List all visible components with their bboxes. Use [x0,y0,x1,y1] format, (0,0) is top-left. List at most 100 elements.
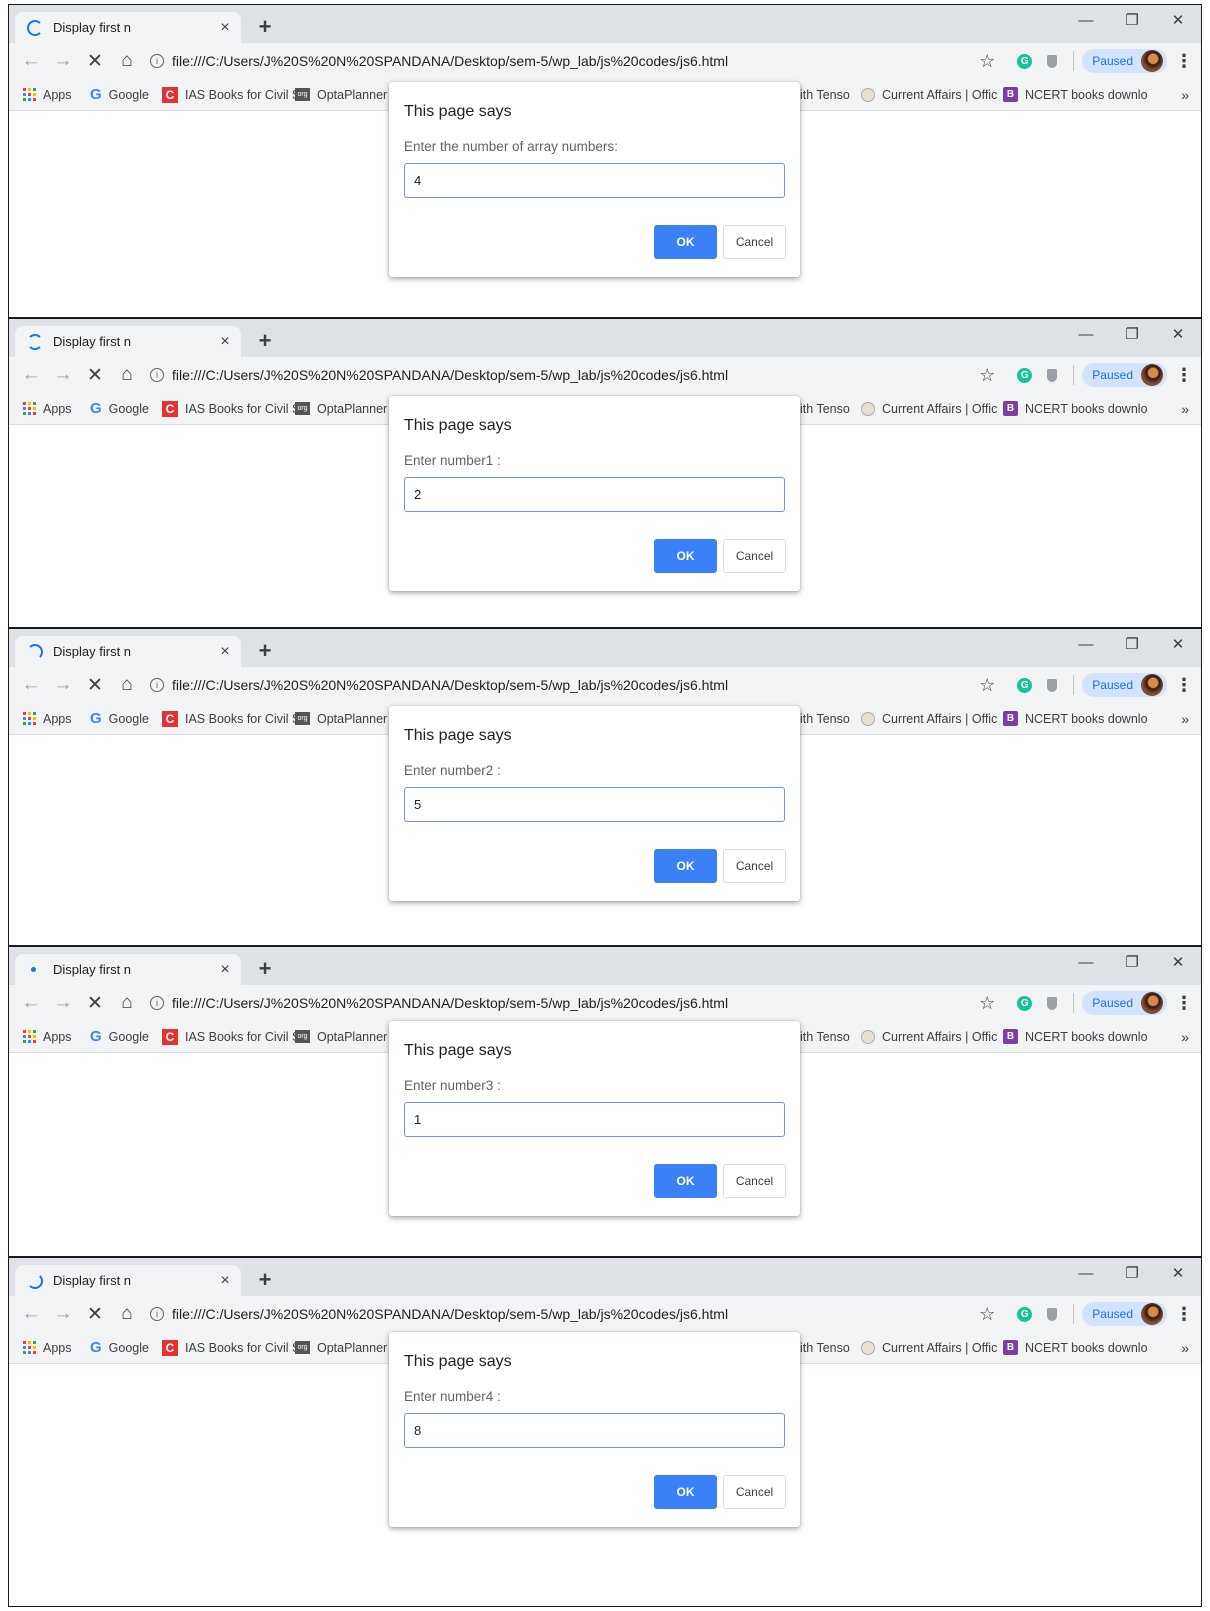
close-window-icon[interactable]: ✕ [1155,1258,1201,1288]
prompt-input[interactable] [404,787,785,822]
browser-tab[interactable]: Display first n × [15,12,241,43]
tab-close-icon[interactable]: × [215,333,235,351]
menu-icon[interactable]: ⋮ [1175,675,1193,696]
minimize-icon[interactable]: — [1063,5,1109,35]
info-icon[interactable]: i [150,54,164,68]
back-icon[interactable]: ← [15,992,47,1014]
bookmark-current-affairs[interactable]: Current Affairs | Offic [861,703,997,734]
bookmark-ncert[interactable]: B NCERT books downlo [1003,1332,1148,1363]
browser-tab[interactable]: Display first n × [15,326,241,357]
cancel-button[interactable]: Cancel [723,1164,786,1198]
back-icon[interactable]: ← [15,364,47,386]
bookmark-ncert[interactable]: B NCERT books downlo [1003,1021,1148,1052]
tab-close-icon[interactable]: × [215,19,235,37]
cancel-button[interactable]: Cancel [723,225,786,259]
stop-icon[interactable]: ✕ [79,1303,111,1326]
tab-close-icon[interactable]: × [215,643,235,661]
cancel-button[interactable]: Cancel [723,539,786,573]
bookmark-current-affairs[interactable]: Current Affairs | Offic [861,1332,997,1363]
home-icon[interactable]: ⌂ [111,674,143,696]
profile-button[interactable]: Paused [1082,49,1167,73]
bookmark-tensorflow[interactable]: ith Tenso [800,79,850,110]
forward-icon[interactable]: → [47,1303,79,1325]
bookmark-current-affairs[interactable]: Current Affairs | Offic [861,393,997,424]
bookmark-ias-books[interactable]: C IAS Books for Civil Se [162,1332,307,1363]
restore-icon[interactable]: ❐ [1109,947,1155,977]
ok-button[interactable]: OK [654,1164,717,1198]
address-bar[interactable]: i file:///C:/Users/J%20S%20N%20SPANDANA/… [150,1299,969,1329]
cancel-button[interactable]: Cancel [723,1475,786,1509]
browser-tab[interactable]: Display first n × [15,954,241,985]
shield-extension-icon[interactable] [1047,54,1058,68]
bookmark-tensorflow[interactable]: ith Tenso [800,393,850,424]
info-icon[interactable]: i [150,678,164,692]
restore-icon[interactable]: ❐ [1109,1258,1155,1288]
info-icon[interactable]: i [150,368,164,382]
bookmark-optaplanner[interactable]: org OptaPlanner U [295,79,400,110]
home-icon[interactable]: ⌂ [111,1303,143,1325]
forward-icon[interactable]: → [47,50,79,72]
stop-icon[interactable]: ✕ [79,992,111,1015]
prompt-input[interactable] [404,1413,785,1448]
bookmark-ias-books[interactable]: C IAS Books for Civil Se [162,1021,307,1052]
ok-button[interactable]: OK [654,539,717,573]
address-bar[interactable]: i file:///C:/Users/J%20S%20N%20SPANDANA/… [150,360,969,390]
bookmark-ncert[interactable]: B NCERT books downlo [1003,393,1148,424]
bookmark-star-icon[interactable]: ☆ [979,365,995,386]
bookmark-optaplanner[interactable]: org OptaPlanner U [295,1021,400,1052]
bookmark-apps[interactable]: Apps [23,1332,72,1363]
bookmark-ias-books[interactable]: C IAS Books for Civil Se [162,79,307,110]
address-bar[interactable]: i file:///C:/Users/J%20S%20N%20SPANDANA/… [150,46,969,76]
bookmark-star-icon[interactable]: ☆ [979,51,995,72]
new-tab-button[interactable]: + [253,958,277,982]
bookmark-google[interactable]: G Google [90,1332,149,1363]
back-icon[interactable]: ← [15,674,47,696]
bookmark-apps[interactable]: Apps [23,1021,72,1052]
bookmark-tensorflow[interactable]: ith Tenso [800,1021,850,1052]
back-icon[interactable]: ← [15,1303,47,1325]
restore-icon[interactable]: ❐ [1109,5,1155,35]
forward-icon[interactable]: → [47,674,79,696]
bookmark-current-affairs[interactable]: Current Affairs | Offic [861,79,997,110]
bookmark-star-icon[interactable]: ☆ [979,993,995,1014]
menu-icon[interactable]: ⋮ [1175,993,1193,1014]
bookmark-apps[interactable]: Apps [23,393,72,424]
prompt-input[interactable] [404,1102,785,1137]
bookmarks-overflow-icon[interactable]: » [1181,703,1189,734]
home-icon[interactable]: ⌂ [111,50,143,72]
home-icon[interactable]: ⌂ [111,992,143,1014]
close-window-icon[interactable]: ✕ [1155,5,1201,35]
shield-extension-icon[interactable] [1047,678,1058,692]
bookmark-current-affairs[interactable]: Current Affairs | Offic [861,1021,997,1052]
bookmark-star-icon[interactable]: ☆ [979,1304,995,1325]
grammarly-extension-icon[interactable]: G [1017,367,1033,383]
close-window-icon[interactable]: ✕ [1155,319,1201,349]
bookmark-ncert[interactable]: B NCERT books downlo [1003,79,1148,110]
new-tab-button[interactable]: + [253,16,277,40]
info-icon[interactable]: i [150,996,164,1010]
stop-icon[interactable]: ✕ [79,50,111,73]
menu-icon[interactable]: ⋮ [1175,51,1193,72]
bookmark-google[interactable]: G Google [90,79,149,110]
bookmark-apps[interactable]: Apps [23,79,72,110]
bookmark-ias-books[interactable]: C IAS Books for Civil Se [162,703,307,734]
bookmark-optaplanner[interactable]: org OptaPlanner U [295,393,400,424]
bookmark-ias-books[interactable]: C IAS Books for Civil Se [162,393,307,424]
ok-button[interactable]: OK [654,1475,717,1509]
back-icon[interactable]: ← [15,50,47,72]
browser-tab[interactable]: Display first n × [15,636,241,667]
bookmark-google[interactable]: G Google [90,393,149,424]
minimize-icon[interactable]: — [1063,319,1109,349]
stop-icon[interactable]: ✕ [79,674,111,697]
profile-button[interactable]: Paused [1082,673,1167,697]
minimize-icon[interactable]: — [1063,947,1109,977]
bookmark-tensorflow[interactable]: ith Tenso [800,703,850,734]
bookmark-apps[interactable]: Apps [23,703,72,734]
menu-icon[interactable]: ⋮ [1175,1304,1193,1325]
profile-button[interactable]: Paused [1082,991,1167,1015]
profile-button[interactable]: Paused [1082,1302,1167,1326]
bookmarks-overflow-icon[interactable]: » [1181,393,1189,424]
grammarly-extension-icon[interactable]: G [1017,1306,1033,1322]
bookmark-optaplanner[interactable]: org OptaPlanner U [295,703,400,734]
minimize-icon[interactable]: — [1063,1258,1109,1288]
